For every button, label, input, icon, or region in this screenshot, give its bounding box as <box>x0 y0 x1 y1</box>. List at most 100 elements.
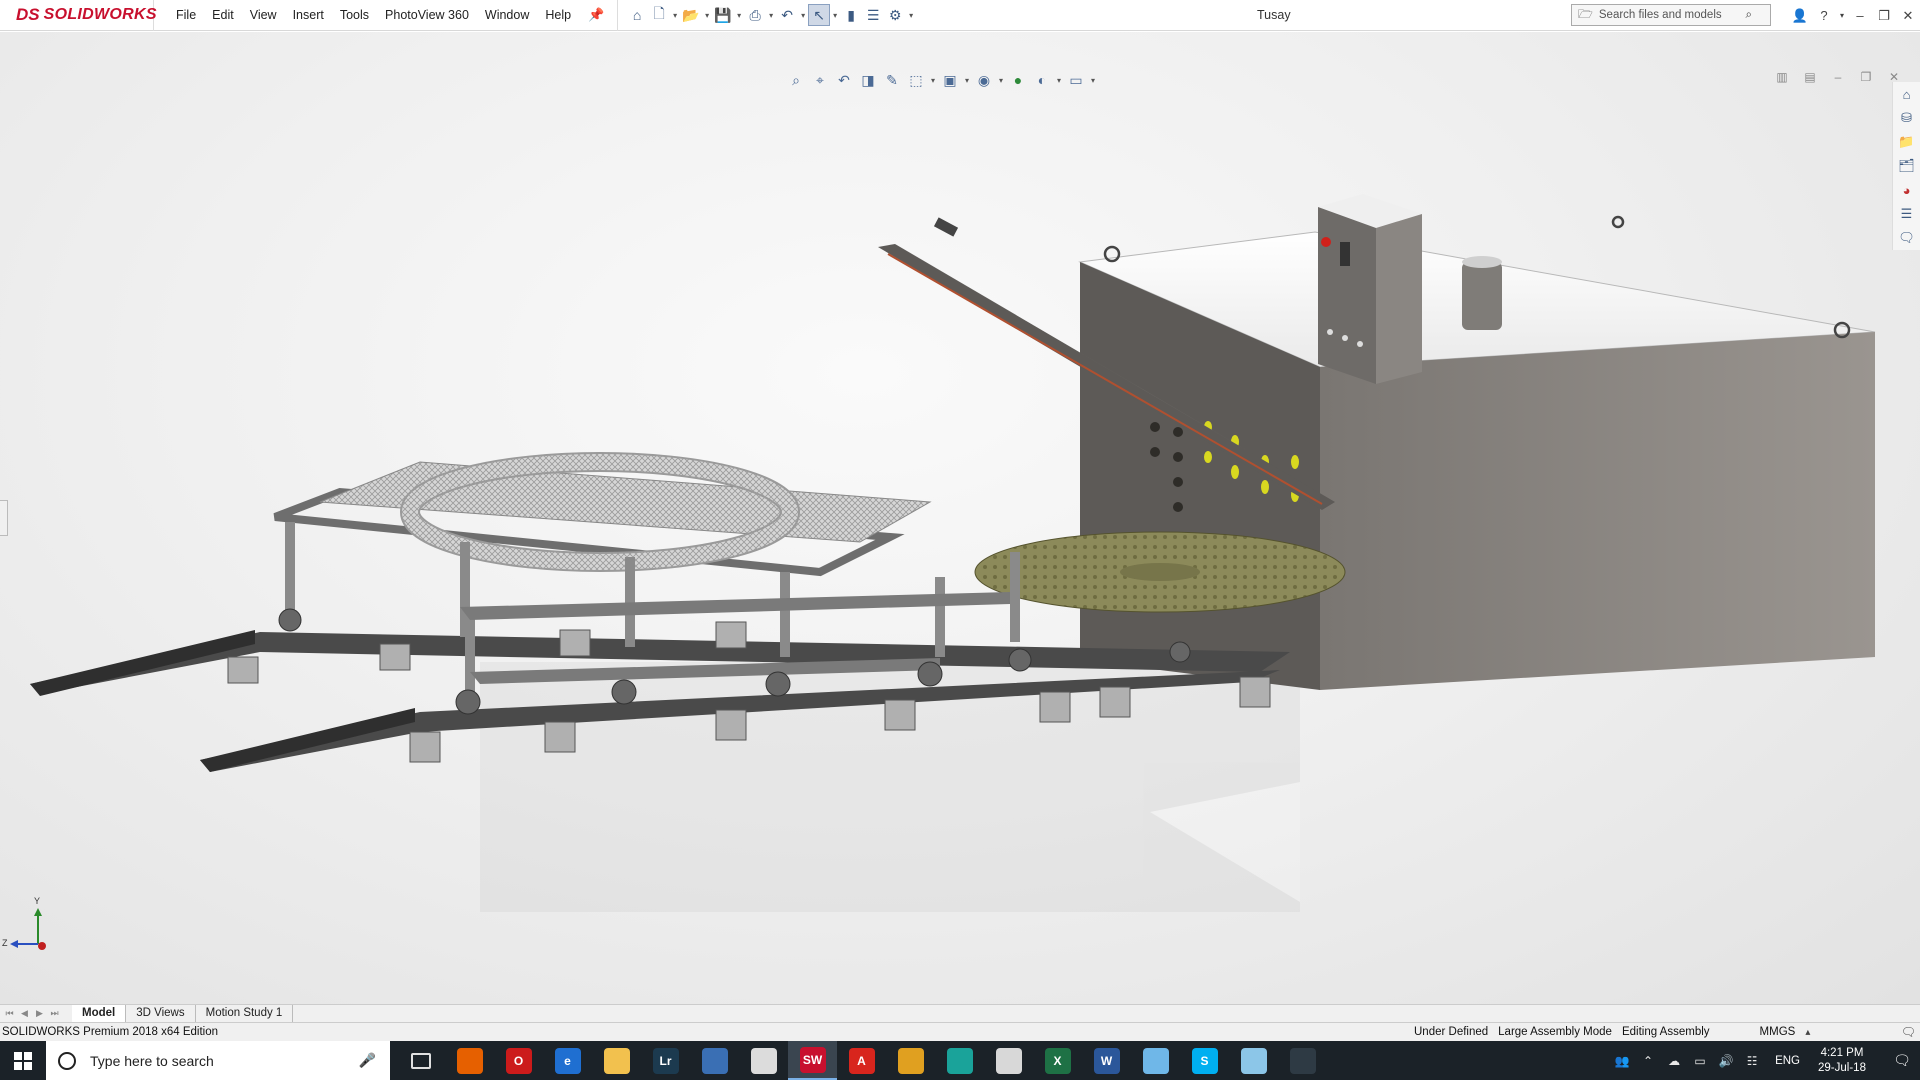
display-style-icon[interactable]: ▣ <box>938 69 962 91</box>
people-icon[interactable]: 👥 <box>1609 1054 1635 1068</box>
menu-edit[interactable]: Edit <box>204 0 242 31</box>
taskbar-app-file-explorer[interactable] <box>592 1041 641 1080</box>
taskbar-app-acrobat[interactable]: A <box>837 1041 886 1080</box>
taskbar-search[interactable]: Type here to search 🎤 <box>46 1041 390 1080</box>
taskbar-app-lightroom[interactable]: Lr <box>641 1041 690 1080</box>
tray-overflow-icon[interactable]: ⌃ <box>1635 1054 1661 1068</box>
taskbar-app-excel[interactable]: X <box>1033 1041 1082 1080</box>
file-explorer-icon[interactable]: 🗂 <box>1896 155 1918 177</box>
help-dropdown-icon[interactable]: ▾ <box>1836 11 1848 20</box>
new-dropdown-icon[interactable]: ▾ <box>670 11 680 20</box>
assembly-model[interactable] <box>0 32 1920 1004</box>
hide-show-icon[interactable]: ◉ <box>972 69 996 91</box>
home-icon[interactable]: ⌂ <box>626 4 648 26</box>
solidworks-logo[interactable]: DS SOLIDWORKS <box>0 0 157 31</box>
taskbar-app-edge[interactable]: e <box>543 1041 592 1080</box>
custom-properties-icon[interactable]: ☰ <box>1896 203 1918 225</box>
menu-photoview[interactable]: PhotoView 360 <box>377 0 477 31</box>
appearances-icon[interactable]: ◕ <box>1896 179 1918 201</box>
options-icon[interactable]: ⚙ <box>884 4 906 26</box>
pin-menu-icon[interactable]: 📌 <box>587 6 605 24</box>
taskbar-app-solidworks[interactable]: SW <box>788 1041 837 1080</box>
battery-icon[interactable]: ▭ <box>1687 1054 1713 1068</box>
menu-window[interactable]: Window <box>477 0 537 31</box>
tab-3d-views[interactable]: 3D Views <box>126 1004 196 1023</box>
taskbar-app-keyshot[interactable] <box>886 1041 935 1080</box>
help-icon[interactable]: ? <box>1812 8 1836 23</box>
minimize-icon[interactable]: ‒ <box>1848 8 1872 23</box>
onedrive-icon[interactable]: ☁ <box>1661 1054 1687 1068</box>
section-view-icon[interactable]: ◨ <box>856 69 880 91</box>
undo-icon[interactable]: ↶ <box>776 4 798 26</box>
previous-view-icon[interactable]: ↶ <box>832 69 856 91</box>
taskbar-app-skype[interactable]: S <box>1180 1041 1229 1080</box>
doc-minimize-icon[interactable]: ‒ <box>1824 70 1852 84</box>
close-icon[interactable]: ✕ <box>1896 8 1920 24</box>
feature-manager-collapse-handle[interactable] <box>0 500 8 536</box>
tile-right-icon[interactable]: ▤ <box>1796 70 1824 84</box>
prev-tab-icon[interactable]: ◀ <box>17 1008 32 1019</box>
taskbar-app-notepad[interactable] <box>1131 1041 1180 1080</box>
language-indicator[interactable]: ENG <box>1775 1055 1800 1067</box>
design-library-icon[interactable]: 📁 <box>1896 131 1918 153</box>
taskbar-app-task-view[interactable] <box>396 1041 445 1080</box>
select-dropdown-icon[interactable]: ▾ <box>830 11 840 20</box>
magnifier-icon[interactable]: ⌕ <box>1746 9 1752 22</box>
taskbar-app-opera[interactable]: O <box>494 1041 543 1080</box>
taskbar-app-explorer-tool[interactable] <box>1229 1041 1278 1080</box>
view-settings-dropdown-icon[interactable]: ▾ <box>1088 76 1098 85</box>
menu-view[interactable]: View <box>242 0 285 31</box>
tile-left-icon[interactable]: ▥ <box>1768 70 1796 84</box>
graphics-area[interactable]: ⌕ ⌖ ↶ ◨ ✎ ⬚ ▾ ▣ ▾ ◉ ▾ ● ◐ ▾ ▭ ▾ ▥ ▤ ‒ ❐ ✕ ⌂ ⛁… <box>0 32 1920 1004</box>
new-icon[interactable]: 🗋 <box>648 4 670 26</box>
save-dropdown-icon[interactable]: ▾ <box>734 11 744 20</box>
user-icon[interactable]: 👤 <box>1788 8 1812 24</box>
volume-icon[interactable]: 🔊 <box>1713 1054 1739 1068</box>
last-tab-icon[interactable]: ⏭ <box>47 1008 62 1019</box>
file-props-icon[interactable]: ☰ <box>862 4 884 26</box>
zoom-area-icon[interactable]: ⌖ <box>808 69 832 91</box>
open-icon[interactable]: 📂 <box>680 4 702 26</box>
dynamic-annotation-icon[interactable]: ✎ <box>880 69 904 91</box>
save-icon[interactable]: 💾 <box>712 4 734 26</box>
taskbar-app-photos[interactable] <box>1278 1041 1327 1080</box>
taskbar-app-firefox[interactable] <box>445 1041 494 1080</box>
edit-appearance-icon[interactable]: ● <box>1006 69 1030 91</box>
print-dropdown-icon[interactable]: ▾ <box>766 11 776 20</box>
units-selector[interactable]: MMGS <box>1760 1026 1796 1038</box>
tab-model[interactable]: Model <box>72 1004 127 1023</box>
taskbar-app-solidworks-launcher[interactable] <box>984 1041 1033 1080</box>
menu-file[interactable]: File <box>168 0 204 31</box>
taskbar-app-globe-app[interactable] <box>935 1041 984 1080</box>
display-style-dropdown-icon[interactable]: ▾ <box>962 76 972 85</box>
notification-center-icon[interactable]: 🗨 <box>1884 1052 1920 1069</box>
view-settings-icon[interactable]: ▭ <box>1064 69 1088 91</box>
select-icon[interactable]: ↖ <box>808 4 831 26</box>
zoom-fit-icon[interactable]: ⌕ <box>784 69 808 91</box>
taskbar-app-word[interactable]: W <box>1082 1041 1131 1080</box>
apply-scene-dropdown-icon[interactable]: ▾ <box>1054 76 1064 85</box>
start-button[interactable] <box>0 1041 46 1080</box>
apply-scene-icon[interactable]: ◐ <box>1030 69 1054 91</box>
hide-show-dropdown-icon[interactable]: ▾ <box>996 76 1006 85</box>
print-icon[interactable]: ⎙ <box>744 4 766 26</box>
first-tab-icon[interactable]: ⏮ <box>2 1008 17 1019</box>
clock[interactable]: 4:21 PM 29-Jul-18 <box>1810 1046 1874 1076</box>
forum-icon[interactable]: 🗨 <box>1896 227 1918 249</box>
restore-icon[interactable]: ❐ <box>1872 8 1896 24</box>
next-tab-icon[interactable]: ▶ <box>32 1008 47 1019</box>
menu-insert[interactable]: Insert <box>285 0 332 31</box>
search-input[interactable]: 🗁 Search files and models ⌕ <box>1571 4 1771 26</box>
open-dropdown-icon[interactable]: ▾ <box>702 11 712 20</box>
tab-motion-study[interactable]: Motion Study 1 <box>196 1004 294 1023</box>
options-dropdown-icon[interactable]: ▾ <box>906 11 916 20</box>
parts-icon[interactable]: ⛁ <box>1896 107 1918 129</box>
wifi-icon[interactable]: ☷ <box>1739 1054 1765 1068</box>
menu-tools[interactable]: Tools <box>332 0 377 31</box>
menu-help[interactable]: Help <box>537 0 579 31</box>
view-orientation-icon[interactable]: ⬚ <box>904 69 928 91</box>
units-caret-icon[interactable]: ▴ <box>1805 1027 1810 1038</box>
rebuild-icon[interactable]: ▮ <box>840 4 862 26</box>
taskbar-app-store[interactable] <box>690 1041 739 1080</box>
taskbar-app-mail[interactable] <box>739 1041 788 1080</box>
